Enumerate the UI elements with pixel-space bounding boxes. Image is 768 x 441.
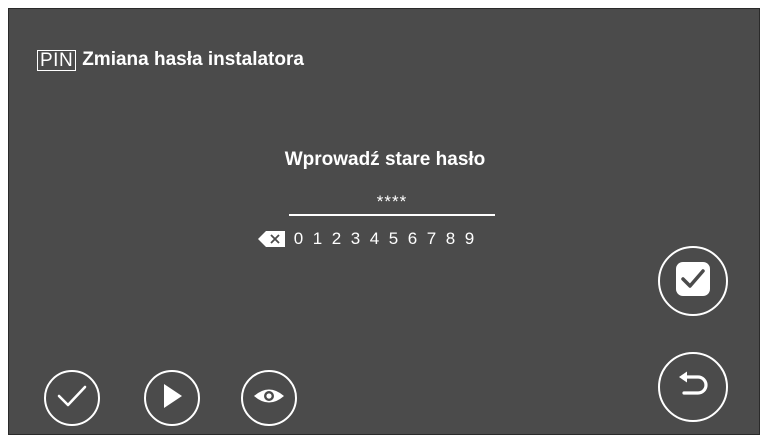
digit-key-9[interactable]: 9: [462, 229, 477, 249]
eye-button[interactable]: [241, 370, 297, 426]
digit-key-1[interactable]: 1: [310, 229, 325, 249]
check-button[interactable]: [44, 370, 100, 426]
page-title: Zmiana hasła instalatora: [82, 49, 304, 70]
confirm-button[interactable]: [658, 246, 728, 316]
digit-key-8[interactable]: 8: [443, 229, 458, 249]
password-prompt: Wprowadź stare hasło: [284, 149, 486, 170]
header: PIN Zmiana hasła instalatora: [37, 49, 304, 71]
password-field[interactable]: ****: [289, 192, 495, 212]
checkbox-check-icon: [674, 260, 712, 303]
password-underline: [289, 214, 495, 216]
check-icon: [56, 383, 88, 414]
digit-key-4[interactable]: 4: [367, 229, 382, 249]
digit-key-6[interactable]: 6: [405, 229, 420, 249]
eye-icon: [252, 386, 286, 411]
installer-pin-screen: PIN Zmiana hasła instalatora Wprowadź st…: [8, 8, 760, 435]
backspace-icon[interactable]: [257, 229, 287, 249]
digit-keypad: 0 1 2 3 4 5 6 7 8 9: [257, 229, 477, 249]
digit-key-3[interactable]: 3: [348, 229, 363, 249]
return-arrow-icon: [676, 371, 710, 404]
digit-key-2[interactable]: 2: [329, 229, 344, 249]
return-button[interactable]: [658, 352, 728, 422]
digit-key-0[interactable]: 0: [291, 229, 306, 249]
digit-key-7[interactable]: 7: [424, 229, 439, 249]
play-icon: [160, 382, 184, 415]
digit-key-5[interactable]: 5: [386, 229, 401, 249]
play-button[interactable]: [144, 370, 200, 426]
pin-badge: PIN: [37, 49, 77, 71]
